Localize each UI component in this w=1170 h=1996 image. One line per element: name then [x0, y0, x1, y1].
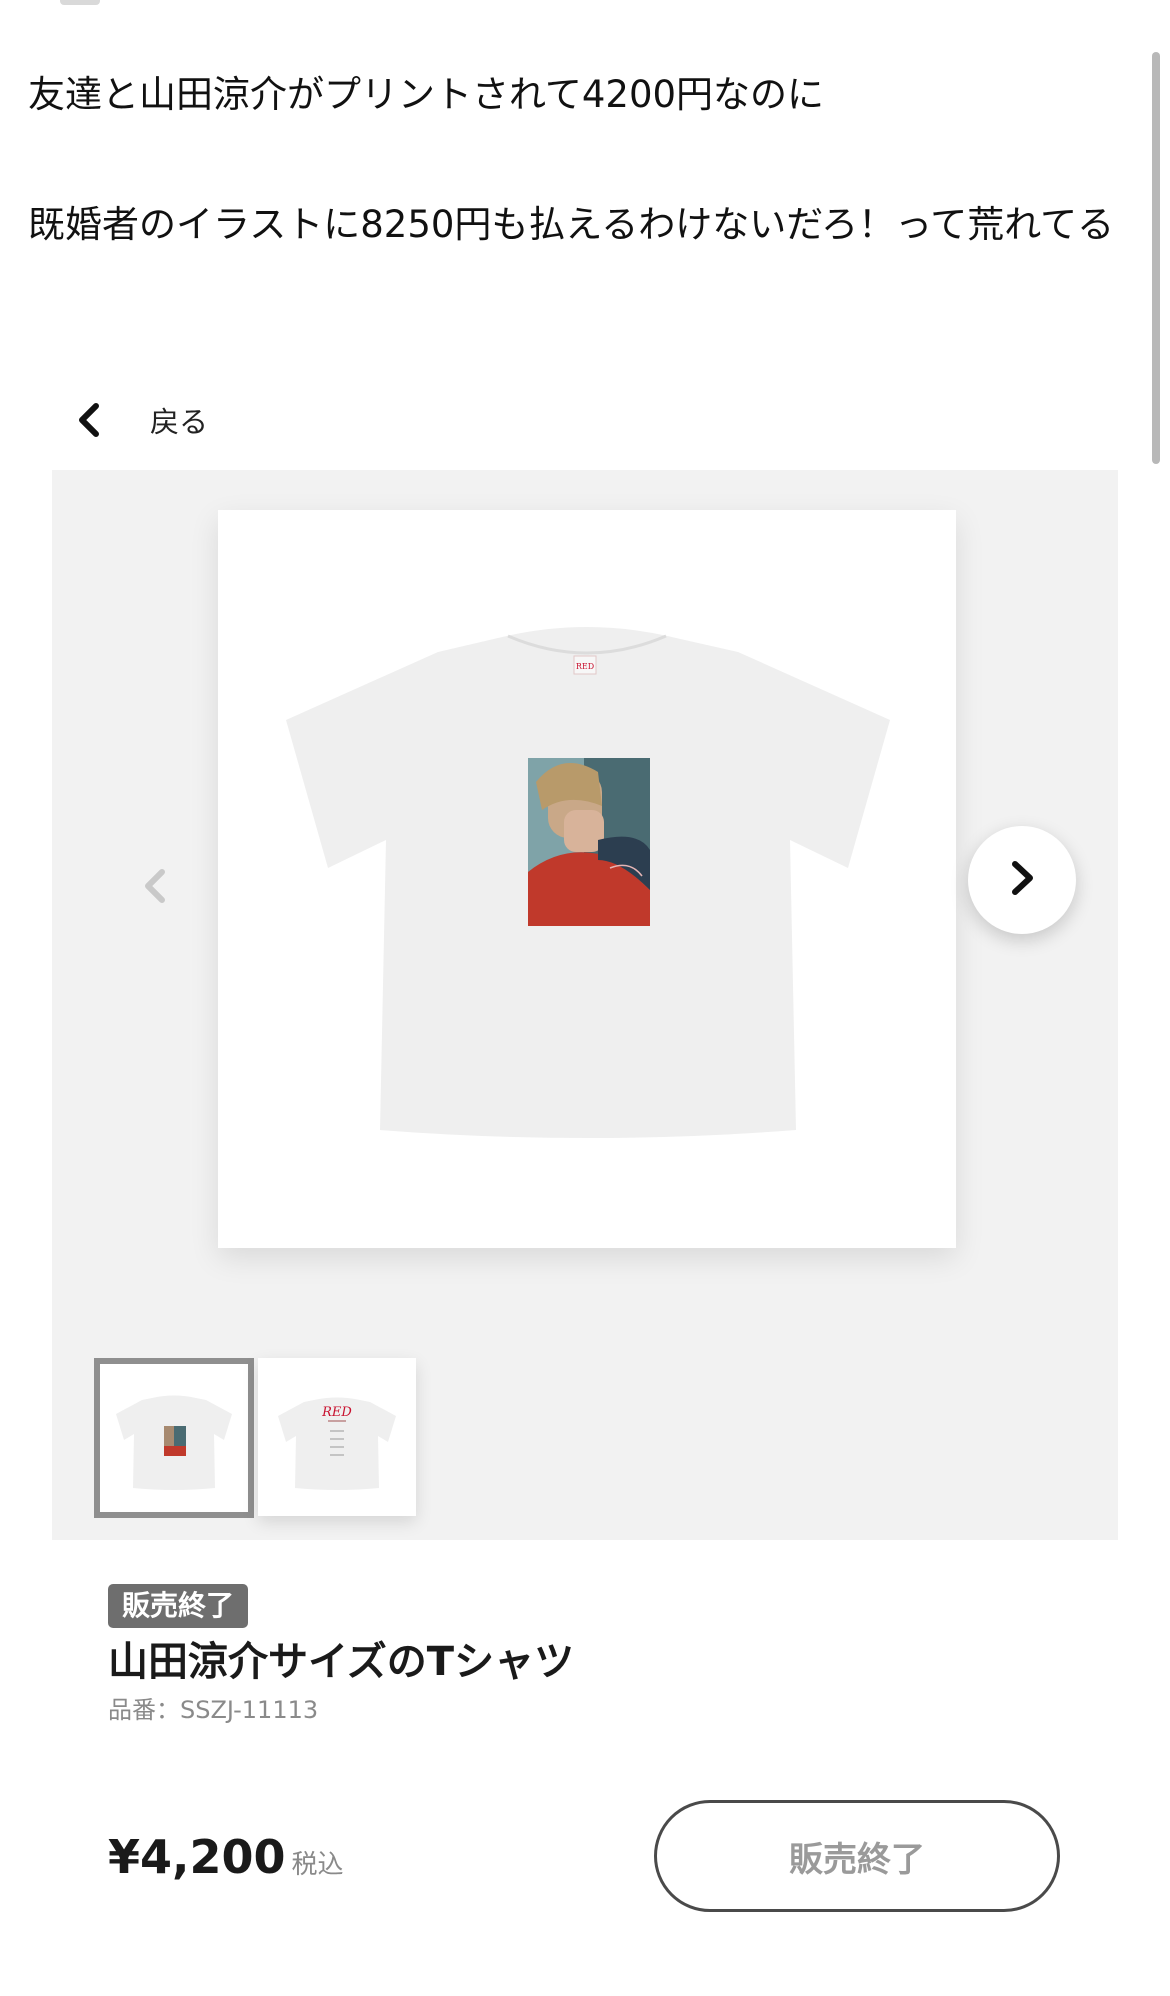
chevron-right-icon: [1002, 856, 1042, 904]
post-line-2: 既婚者のイラストに8250円も払えるわけないだろ！って荒れてる: [28, 203, 1115, 246]
product-code: 品番：SSZJ-11113: [108, 1696, 319, 1724]
price-row: ¥4,200 税込: [108, 1830, 344, 1884]
product-title: 山田涼介サイズのTシャツ: [108, 1639, 575, 1685]
thumbnail-front[interactable]: [94, 1358, 254, 1518]
chevron-left-icon: [134, 869, 174, 914]
back-link[interactable]: 戻る: [76, 398, 208, 442]
tax-label: 税込: [291, 1850, 344, 1880]
status-badge: 販売終了: [108, 1584, 249, 1628]
product-gallery: RED RED: [52, 470, 1118, 1540]
photo-print: [528, 758, 650, 926]
main-product-image[interactable]: RED: [218, 510, 956, 1248]
neck-logo: RED: [576, 662, 594, 671]
sold-out-button[interactable]: 販売終了: [654, 1800, 1060, 1912]
next-image-button[interactable]: [968, 826, 1076, 934]
thumbnail-back[interactable]: RED: [258, 1358, 416, 1516]
back-print-logo: RED: [321, 1405, 352, 1420]
product-price: ¥4,200: [108, 1830, 286, 1884]
chevron-left-icon: [76, 402, 102, 438]
post-line-1: 友達と山田涼介がプリントされて4200円なのに: [28, 73, 825, 116]
previous-image-button[interactable]: [134, 862, 174, 910]
page-scrollbar[interactable]: [1152, 52, 1160, 464]
back-label: 戻る: [150, 405, 209, 439]
top-edge-fragment: [60, 0, 100, 5]
post-text: 友達と山田涼介がプリントされて4200円なのに 既婚者のイラストに8250円も払…: [28, 62, 1118, 258]
